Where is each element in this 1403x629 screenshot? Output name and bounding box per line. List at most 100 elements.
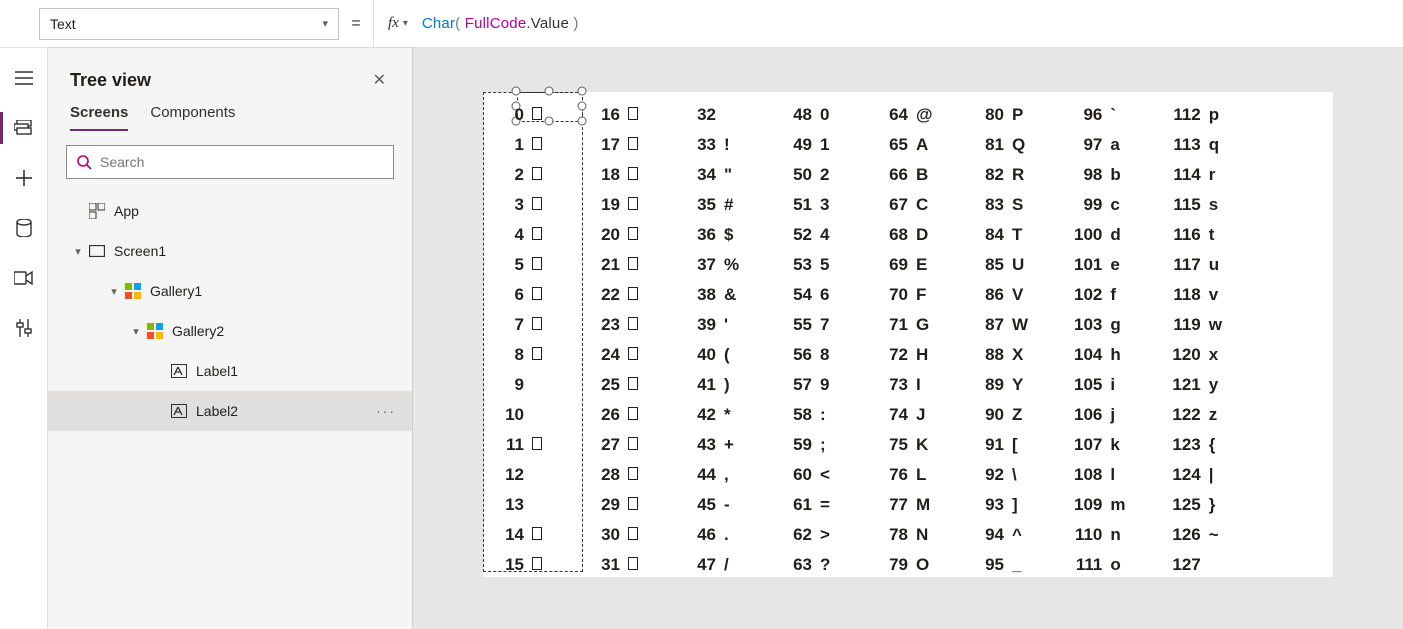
ascii-char: u [1209,250,1231,280]
ascii-code: 82 [978,160,1012,190]
ascii-char: { [1209,430,1231,460]
ascii-char [532,460,554,490]
chevron-down-icon[interactable]: ▾ [403,18,408,29]
tree-node-screen1[interactable]: ▾ Screen1 [48,231,412,271]
ascii-row: 122z [1172,400,1230,430]
ascii-code: 62 [786,520,820,550]
ascii-row: 90Z [978,400,1034,430]
ascii-row: 109m [1074,490,1132,520]
property-dropdown-value: Text [50,16,76,32]
ascii-char: E [916,250,938,280]
tree-node-gallery1[interactable]: ▾ Gallery1 [48,271,412,311]
screen-icon [88,242,106,260]
ascii-code: 40 [690,340,724,370]
ascii-code: 20 [594,220,628,250]
chevron-down-icon[interactable]: ▾ [128,325,144,338]
ascii-code: 18 [594,160,628,190]
ascii-row: 106j [1074,400,1132,430]
ascii-row: 87W [978,310,1034,340]
ascii-row: 75K [882,430,938,460]
ascii-row: 20 [594,220,650,250]
ascii-char: ; [820,430,842,460]
ascii-code: 67 [882,190,916,220]
tools-icon[interactable] [14,318,34,338]
ascii-char [628,160,650,190]
ascii-row: 4 [498,220,554,250]
ascii-code: 83 [978,190,1012,220]
ascii-code: 5 [498,250,532,280]
property-dropdown[interactable]: Text ▾ [39,8,339,40]
canvas[interactable]: 0123456789101112131415161718192021222324… [413,48,1403,629]
ascii-row: 103g [1074,310,1132,340]
ascii-row: 32 [690,100,746,130]
ascii-char: J [916,400,938,430]
ascii-code: 78 [882,520,916,550]
ascii-char: n [1110,520,1132,550]
ascii-char: Z [1012,400,1034,430]
insert-icon[interactable] [14,168,34,188]
ascii-row: 47/ [690,550,746,580]
ascii-code: 100 [1074,220,1110,250]
ascii-code: 94 [978,520,1012,550]
ascii-code: 123 [1172,430,1208,460]
formula-text[interactable]: Char( FullCode.Value ) [422,15,579,33]
formula-bar[interactable]: fx ▾ Char( FullCode.Value ) [373,0,1403,48]
tree-node-label2[interactable]: Label2 ··· [48,391,412,431]
ascii-row: 44, [690,460,746,490]
more-icon[interactable]: ··· [370,403,402,419]
ascii-code: 22 [594,280,628,310]
ascii-char: 0 [820,100,842,130]
ascii-char: " [724,160,746,190]
hamburger-icon[interactable] [14,68,34,88]
ascii-code: 107 [1074,430,1110,460]
ascii-char: U [1012,250,1034,280]
ascii-char [628,190,650,220]
tree-node-label1[interactable]: Label1 [48,351,412,391]
ascii-char [532,190,554,220]
ascii-code: 46 [690,520,724,550]
ascii-code: 88 [978,340,1012,370]
ascii-code: 126 [1172,520,1208,550]
tree-node-gallery2[interactable]: ▾ Gallery2 [48,311,412,351]
ascii-row: 98b [1074,160,1132,190]
ascii-code: 125 [1172,490,1208,520]
ascii-row: 105i [1074,370,1132,400]
ascii-row: 89Y [978,370,1034,400]
ascii-code: 84 [978,220,1012,250]
ascii-row: 18 [594,160,650,190]
ascii-code: 103 [1074,310,1110,340]
search-input[interactable] [100,154,383,170]
ascii-row: 23 [594,310,650,340]
ascii-code: 12 [498,460,532,490]
tree-search[interactable] [66,145,394,179]
ascii-char [628,490,650,520]
ascii-code: 43 [690,430,724,460]
media-icon[interactable] [14,268,34,288]
data-icon[interactable] [14,218,34,238]
ascii-row: 42* [690,400,746,430]
close-icon[interactable]: ✕ [367,66,392,94]
tree-node-app[interactable]: App [48,191,412,231]
ascii-char: A [916,130,938,160]
ascii-char [628,130,650,160]
ascii-code: 63 [786,550,820,580]
ascii-code: 70 [882,280,916,310]
ascii-code: 35 [690,190,724,220]
screen-preview[interactable]: 0123456789101112131415161718192021222324… [483,92,1333,577]
tab-screens[interactable]: Screens [70,104,128,131]
ascii-code: 1 [498,130,532,160]
ascii-code: 9 [498,370,532,400]
ascii-code: 10 [498,400,532,430]
ascii-code: 4 [498,220,532,250]
ascii-char: W [1012,310,1034,340]
label-icon [170,362,188,380]
chevron-down-icon[interactable]: ▾ [106,285,122,298]
tab-components[interactable]: Components [150,104,235,131]
ascii-char: K [916,430,938,460]
ascii-char: D [916,220,938,250]
ascii-char: 6 [820,280,842,310]
ascii-row: 502 [786,160,842,190]
tree-view-icon[interactable] [14,118,34,138]
ascii-row: 43+ [690,430,746,460]
chevron-down-icon[interactable]: ▾ [70,245,86,258]
